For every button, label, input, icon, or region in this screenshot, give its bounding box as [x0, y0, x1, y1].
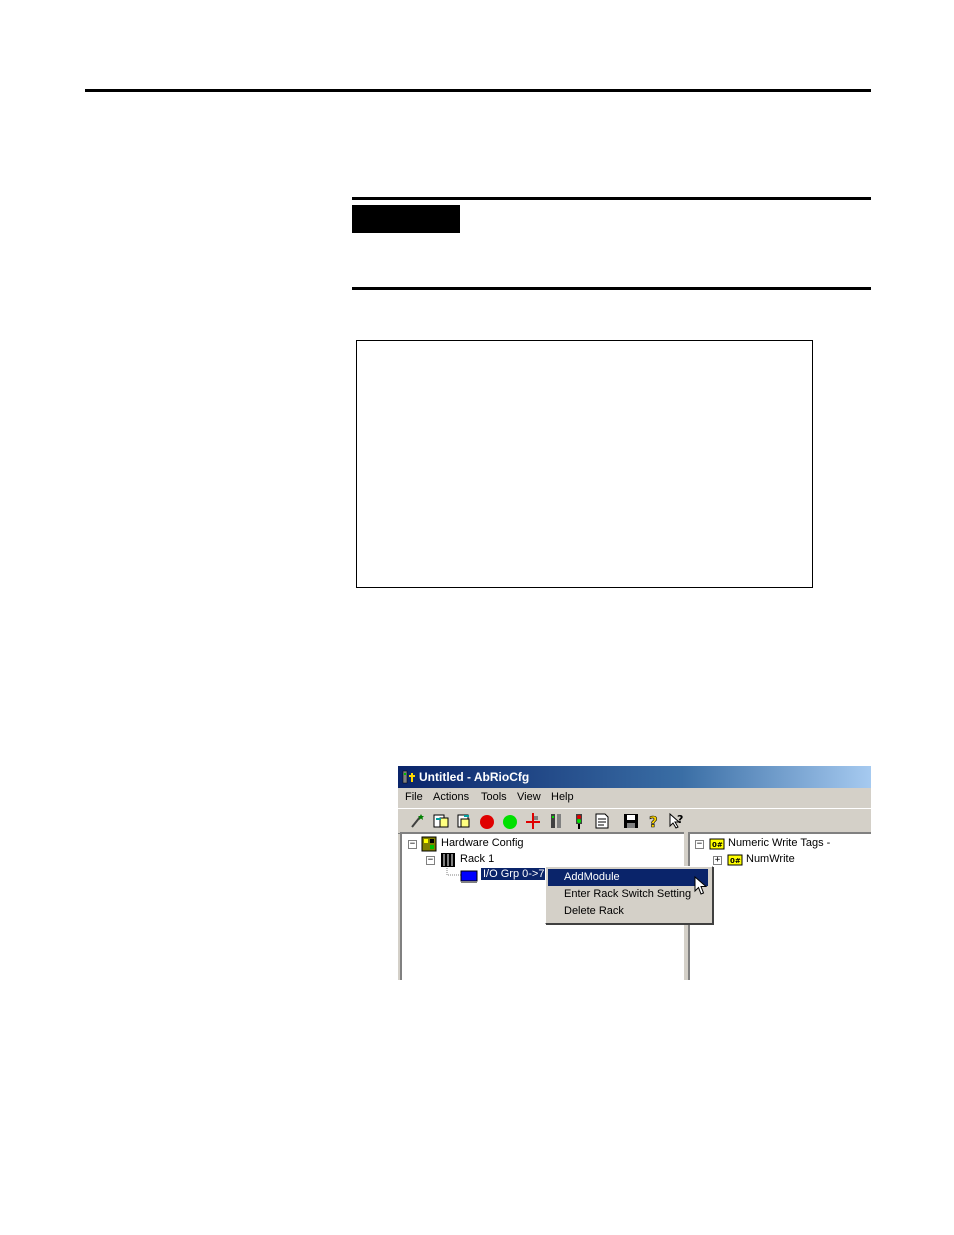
app-window: Untitled - AbRioCfg File Actions Tools V… — [398, 766, 871, 980]
report-icon[interactable] — [593, 812, 611, 830]
stop-red-icon[interactable] — [478, 812, 496, 830]
menu-item-add-module[interactable]: AddModule — [548, 869, 708, 886]
title-bar[interactable]: Untitled - AbRioCfg — [398, 766, 871, 788]
svg-text:0#: 0# — [730, 857, 741, 865]
menu-tools[interactable]: Tools — [481, 791, 507, 803]
svg-text:?: ? — [677, 813, 683, 826]
run-green-icon[interactable] — [501, 812, 519, 830]
menu-bar: File Actions Tools View Help — [398, 788, 871, 808]
figure-box — [356, 340, 813, 588]
hardware-config-icon — [421, 836, 437, 852]
rack-icon — [441, 853, 455, 867]
tags-tree-pane[interactable]: − 0# Numeric Write Tags - + 0# NumWrite — [688, 832, 871, 980]
tree-item-numwrite[interactable]: NumWrite — [746, 853, 795, 865]
page-header-rule — [85, 89, 871, 92]
menu-file[interactable]: File — [405, 791, 423, 803]
tag-folder-icon: 0# — [709, 838, 725, 850]
download-icon[interactable] — [455, 812, 473, 830]
menu-view[interactable]: View — [517, 791, 541, 803]
tree-item-io-group[interactable]: I/O Grp 0->7 — [479, 867, 548, 881]
tag-icon: 0# — [727, 854, 743, 866]
app-icon — [402, 770, 415, 784]
menu-actions[interactable]: Actions — [433, 791, 469, 803]
collapse-icon[interactable]: − — [695, 840, 704, 849]
collapse-icon[interactable]: − — [426, 856, 435, 865]
tree-item-numeric-write-tags[interactable]: Numeric Write Tags - — [728, 837, 830, 849]
note-label-block — [352, 205, 460, 233]
note-top-rule — [352, 197, 871, 200]
context-menu: AddModule Enter Rack Switch Setting Dele… — [545, 866, 713, 924]
mouse-cursor-icon — [694, 876, 708, 895]
menu-item-enter-rack-switch-setting[interactable]: Enter Rack Switch Setting — [548, 886, 708, 903]
collapse-icon[interactable]: − — [408, 840, 417, 849]
svg-text:0#: 0# — [712, 841, 723, 849]
tree-item-hardware-config[interactable]: Hardware Config — [441, 837, 524, 849]
status-light-icon[interactable] — [570, 812, 588, 830]
svg-text:?: ? — [649, 813, 658, 830]
config-wand-icon[interactable] — [409, 812, 427, 830]
toolbar: ? ? — [398, 808, 871, 834]
menu-item-delete-rack[interactable]: Delete Rack — [548, 903, 708, 920]
expand-icon[interactable]: + — [713, 856, 722, 865]
save-icon[interactable] — [622, 812, 640, 830]
io-group-icon — [460, 870, 478, 883]
window-title: Untitled - AbRioCfg — [419, 770, 530, 784]
io-rack-icon[interactable] — [547, 812, 565, 830]
network-icon[interactable] — [524, 812, 542, 830]
menu-help[interactable]: Help — [551, 791, 574, 803]
note-bottom-rule — [352, 287, 871, 290]
context-help-icon[interactable]: ? — [668, 812, 686, 830]
upload-icon[interactable] — [432, 812, 450, 830]
help-icon[interactable]: ? — [645, 812, 663, 830]
tree-item-rack-1[interactable]: Rack 1 — [460, 853, 494, 865]
